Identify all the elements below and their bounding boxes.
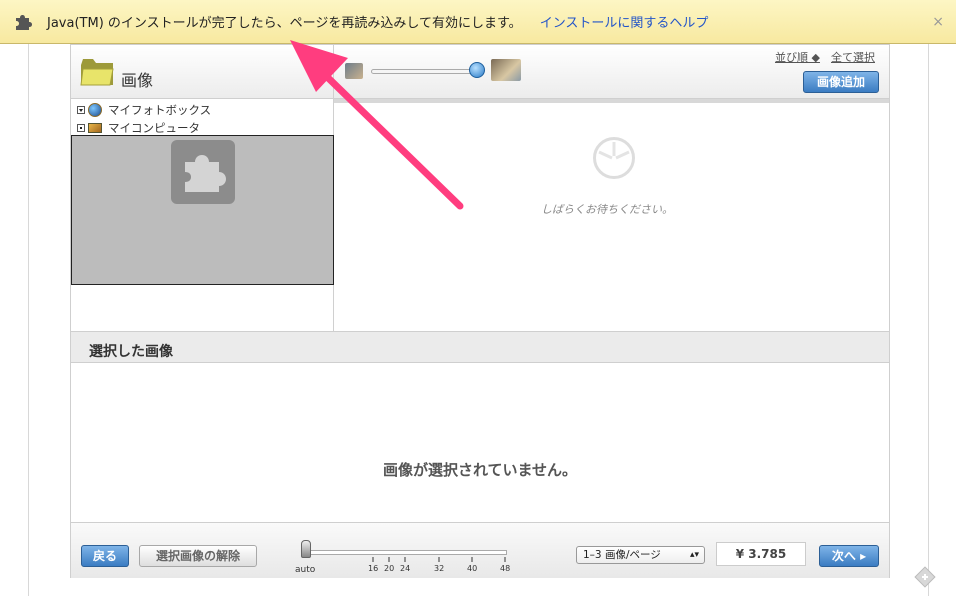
infobar-message: Java(TM) のインストールが完了したら、ページを再読み込みして有効にします… bbox=[47, 16, 522, 31]
selected-images-header: 選択した画像 bbox=[71, 331, 889, 363]
panel-header: 画像 並び順 ◆ 全て選択 画像追加 bbox=[71, 45, 889, 99]
zoom-tick-label: 48 bbox=[500, 564, 511, 573]
plugin-puzzle-icon bbox=[16, 14, 32, 30]
tree-item-label: マイコンピュータ bbox=[108, 121, 200, 135]
large-thumbnail-icon[interactable] bbox=[491, 59, 521, 81]
tree-item-my-computer[interactable]: マイコンピュータ bbox=[77, 121, 200, 135]
corner-widget-icon[interactable] bbox=[914, 566, 936, 588]
java-plugin-placeholder[interactable] bbox=[71, 135, 334, 285]
loading-message: しばらくお待ちください。 bbox=[541, 203, 673, 216]
tree-item-my-photobox[interactable]: マイフォトボックス bbox=[77, 103, 211, 117]
missing-plugin-icon bbox=[171, 140, 235, 204]
page-border-right bbox=[928, 44, 929, 596]
java-install-infobar: Java(TM) のインストールが完了したら、ページを再読み込みして有効にします… bbox=[0, 0, 956, 44]
folder-icon bbox=[80, 59, 114, 86]
thumbnail-size-slider[interactable] bbox=[371, 69, 475, 74]
selected-images-title: 選択した画像 bbox=[89, 344, 173, 360]
install-help-link[interactable]: インストールに関するヘルプ bbox=[540, 12, 709, 31]
tree-item-label: マイフォトボックス bbox=[108, 103, 212, 117]
clear-selection-button[interactable]: 選択画像の解除 bbox=[139, 545, 257, 567]
close-icon[interactable]: × bbox=[932, 14, 944, 30]
page-border-left bbox=[28, 44, 29, 596]
zoom-tick-label: 16 bbox=[368, 564, 379, 573]
per-page-select[interactable]: 1–3 画像/ページ ▴▾ bbox=[576, 546, 705, 564]
select-all-link[interactable]: 全て選択 bbox=[831, 49, 875, 65]
page-title: 画像 bbox=[121, 71, 154, 90]
loading-spinner-icon bbox=[593, 137, 635, 179]
header-divider bbox=[333, 45, 334, 99]
price-display: ¥ 3.785 bbox=[716, 542, 806, 566]
panel-footer: 戻る 選択画像の解除 auto 16 20 24 32 40 48 1–3 画像… bbox=[71, 522, 889, 578]
small-thumbnail-icon[interactable] bbox=[345, 63, 363, 79]
globe-icon bbox=[88, 103, 102, 117]
zoom-tick-label: 32 bbox=[434, 564, 445, 573]
zoom-auto-label: auto bbox=[295, 565, 316, 575]
next-button[interactable]: 次へ ▸ bbox=[819, 545, 879, 567]
no-selection-message: 画像が選択されていません。 bbox=[382, 461, 578, 479]
zoom-slider-handle[interactable] bbox=[301, 540, 311, 558]
monitor-icon bbox=[88, 123, 102, 133]
zoom-slider[interactable] bbox=[305, 550, 507, 555]
add-image-button[interactable]: 画像追加 bbox=[803, 71, 879, 93]
folder-tree: マイフォトボックス マイコンピュータ bbox=[71, 99, 334, 331]
zoom-tick-label: 40 bbox=[467, 564, 478, 573]
select-arrows-icon: ▴▾ bbox=[689, 550, 699, 560]
image-picker-panel: 画像 並び順 ◆ 全て選択 画像追加 マイフォトボックス マイコンピュータ しば… bbox=[70, 44, 890, 578]
expand-toggle-icon[interactable] bbox=[77, 106, 85, 114]
expand-toggle-icon[interactable] bbox=[77, 124, 85, 132]
per-page-value: 1–3 画像/ページ bbox=[583, 549, 661, 561]
sort-order-link[interactable]: 並び順 ◆ bbox=[775, 49, 820, 65]
zoom-tick-label: 24 bbox=[400, 564, 411, 573]
zoom-tick-label: 20 bbox=[384, 564, 395, 573]
back-button[interactable]: 戻る bbox=[81, 545, 129, 567]
thumbnail-size-knob[interactable] bbox=[469, 62, 485, 78]
viewer-top-bar bbox=[334, 99, 889, 103]
